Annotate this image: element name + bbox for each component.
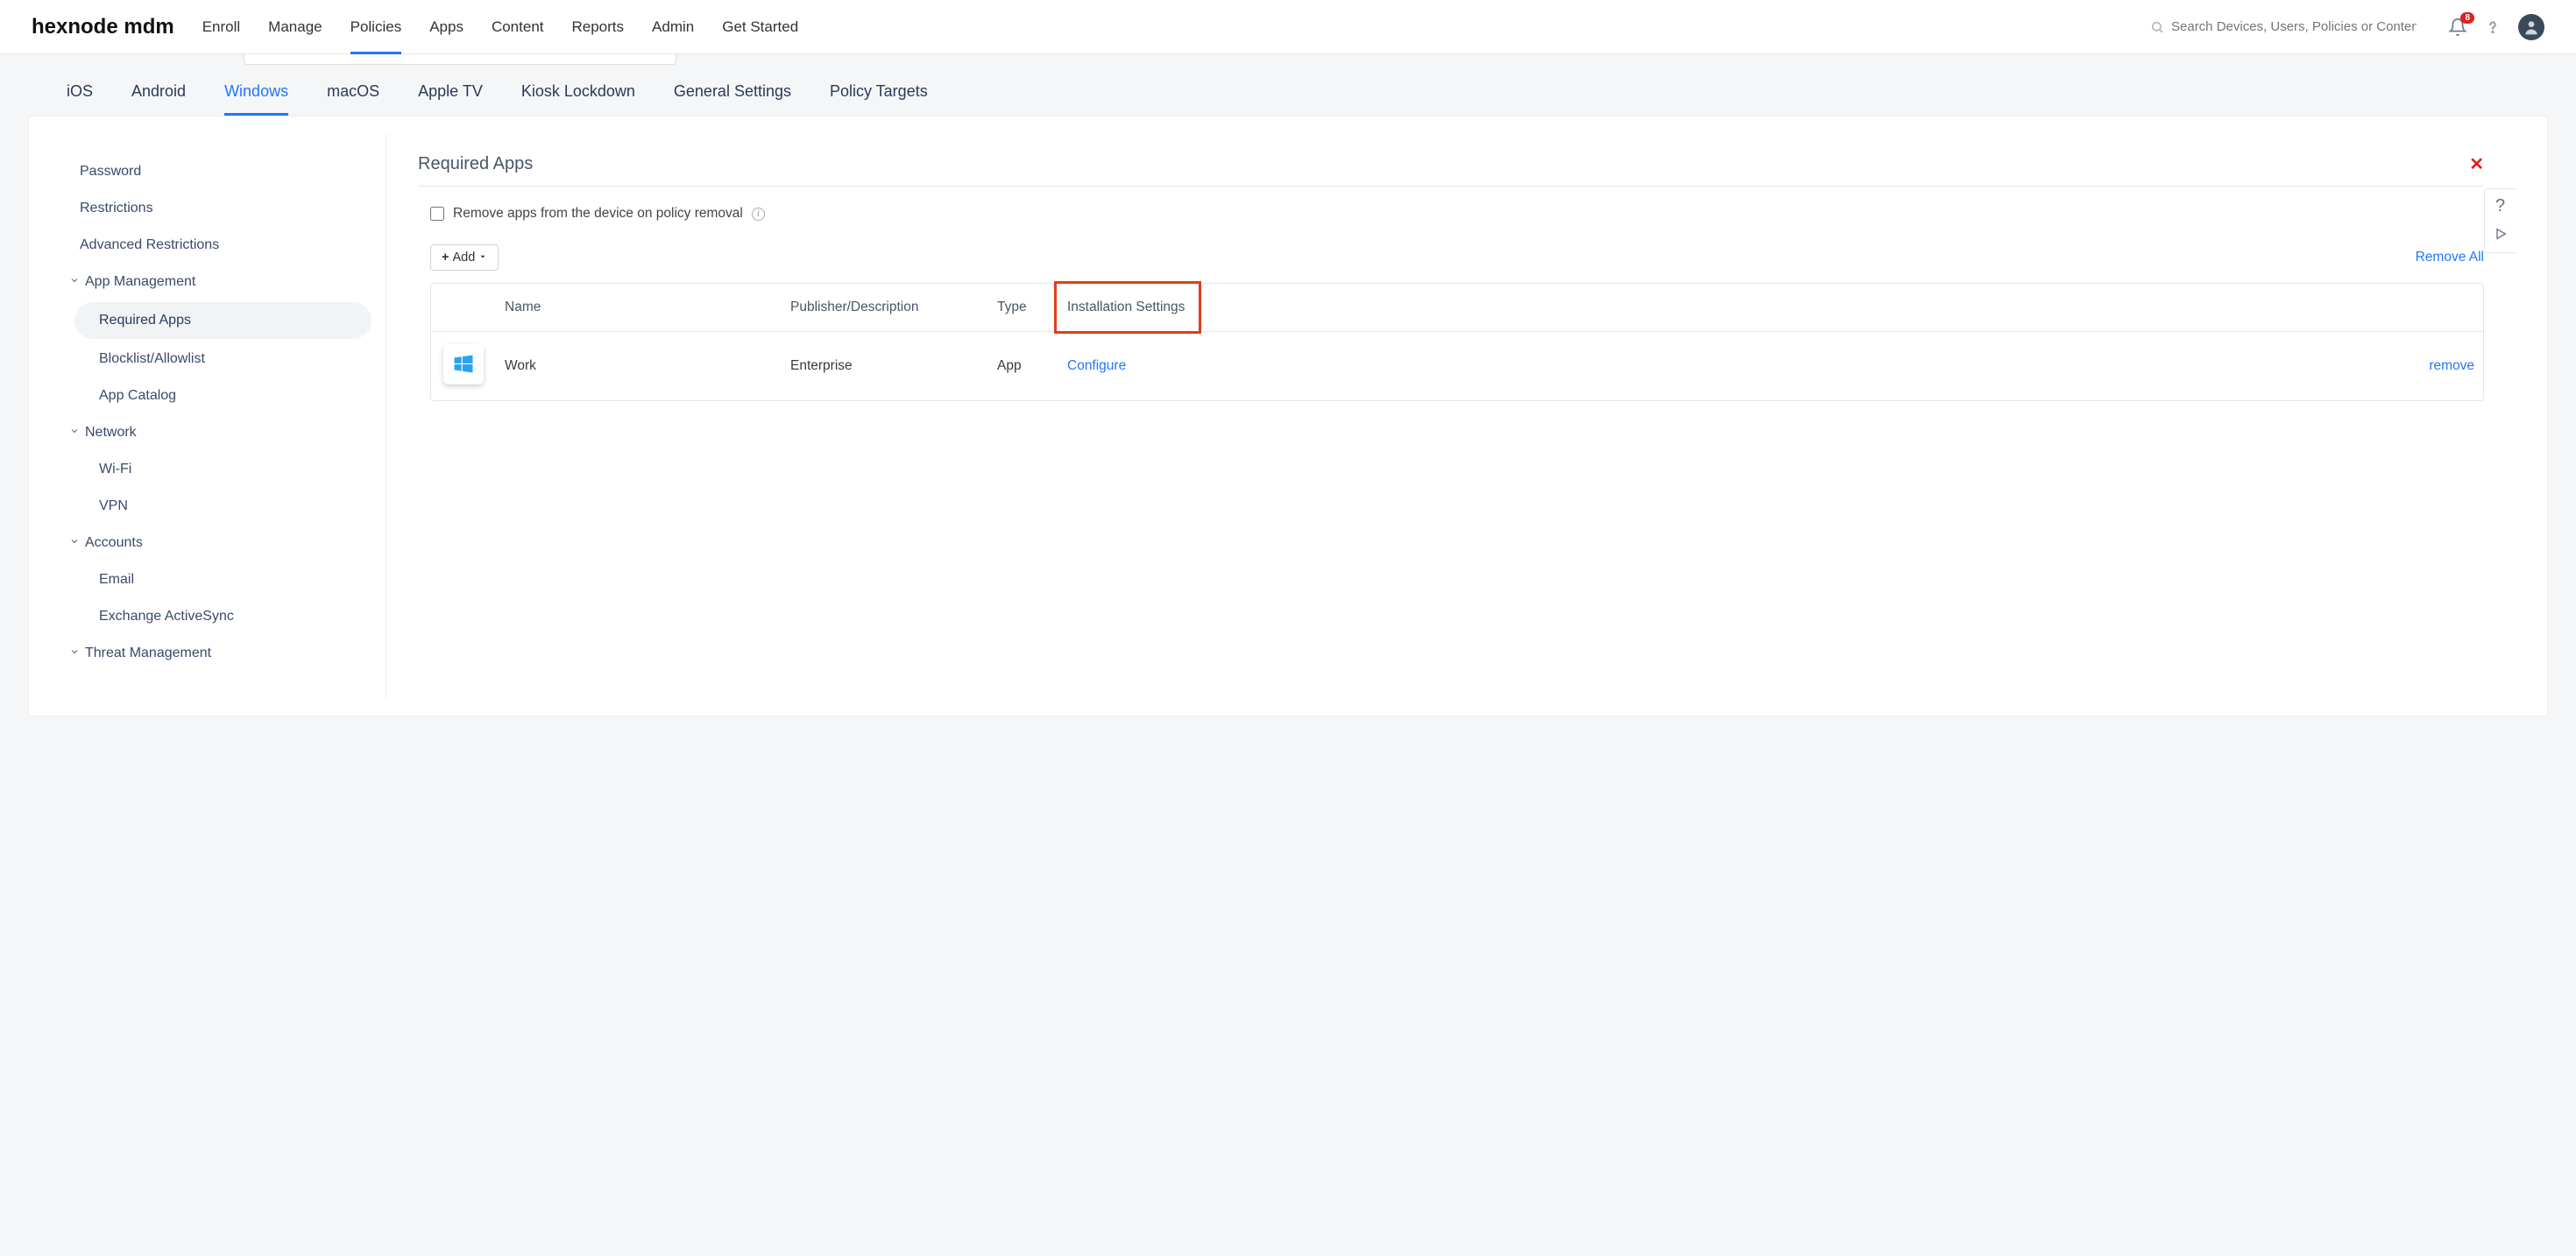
windows-icon xyxy=(443,344,484,385)
topnav-enroll[interactable]: Enroll xyxy=(202,0,240,53)
help-question-icon[interactable]: ? xyxy=(2495,196,2505,216)
search-input[interactable] xyxy=(2171,19,2417,34)
topbar: hexnode mdm Enroll Manage Policies Apps … xyxy=(0,0,2576,54)
page: iOS Android Windows macOS Apple TV Kiosk… xyxy=(0,54,2576,1256)
sidebar-group-network[interactable]: Network xyxy=(60,414,386,451)
topnav-manage[interactable]: Manage xyxy=(268,0,322,53)
tab-ios[interactable]: iOS xyxy=(67,82,93,116)
cell-publisher: Enterprise xyxy=(782,342,988,390)
sidebar-item-password[interactable]: Password xyxy=(60,153,386,190)
tab-appletv[interactable]: Apple TV xyxy=(418,82,483,116)
plus-icon: + xyxy=(442,250,449,265)
col-installation-settings: Installation Settings xyxy=(1058,284,1195,331)
description-textarea[interactable] xyxy=(244,54,676,65)
sidebar-item-blocklist-allowlist[interactable]: Blocklist/Allowlist xyxy=(60,341,386,378)
chevron-down-icon xyxy=(69,646,80,661)
help-icon[interactable] xyxy=(2483,18,2502,37)
sidebar-item-exchange-activesync[interactable]: Exchange ActiveSync xyxy=(60,598,386,635)
col-type: Type xyxy=(988,284,1058,331)
help-float-panel: ? xyxy=(2484,188,2516,253)
remove-link[interactable]: remove xyxy=(2429,358,2474,373)
tab-general-settings[interactable]: General Settings xyxy=(674,82,791,116)
chevron-down-icon xyxy=(69,274,80,290)
sidebar-item-email[interactable]: Email xyxy=(60,561,386,598)
platform-tabs: iOS Android Windows macOS Apple TV Kiosk… xyxy=(14,65,2562,116)
content-panel: Required Apps ✕ Remove apps from the dev… xyxy=(386,134,2516,698)
tab-macos[interactable]: macOS xyxy=(327,82,379,116)
sidebar-group-label: Accounts xyxy=(85,535,143,551)
sidebar-group-accounts[interactable]: Accounts xyxy=(60,525,386,561)
topnav-content[interactable]: Content xyxy=(492,0,544,53)
sidebar-item-restrictions[interactable]: Restrictions xyxy=(60,190,386,227)
tab-policy-targets[interactable]: Policy Targets xyxy=(830,82,928,116)
sidebar-item-wifi[interactable]: Wi-Fi xyxy=(60,451,386,488)
sidebar-group-label: Network xyxy=(85,425,137,441)
tab-windows[interactable]: Windows xyxy=(224,82,288,116)
topnav-reports[interactable]: Reports xyxy=(572,0,625,53)
sidebar-group-threat-management[interactable]: Threat Management xyxy=(60,635,386,672)
brand-logo[interactable]: hexnode mdm xyxy=(32,15,174,39)
table-header: Name Publisher/Description Type Installa… xyxy=(431,284,2483,332)
sidebar: Password Restrictions Advanced Restricti… xyxy=(60,134,386,698)
sidebar-item-required-apps[interactable]: Required Apps xyxy=(74,302,372,339)
notifications-button[interactable]: 8 xyxy=(2448,18,2467,37)
sidebar-item-app-catalog[interactable]: App Catalog xyxy=(60,378,386,414)
remove-on-policy-removal-label: Remove apps from the device on policy re… xyxy=(453,206,743,222)
topnav-get-started[interactable]: Get Started xyxy=(722,0,798,53)
sidebar-group-app-management[interactable]: App Management xyxy=(60,264,386,300)
cell-type: App xyxy=(988,342,1058,390)
col-name: Name xyxy=(496,284,782,331)
main-card: Password Restrictions Advanced Restricti… xyxy=(28,116,2548,716)
avatar[interactable] xyxy=(2518,14,2544,40)
chevron-down-icon xyxy=(69,425,80,441)
sidebar-item-advanced-restrictions[interactable]: Advanced Restrictions xyxy=(60,227,386,264)
topnav-admin[interactable]: Admin xyxy=(652,0,694,53)
apps-table: Name Publisher/Description Type Installa… xyxy=(430,283,2484,401)
notifications-badge: 8 xyxy=(2460,12,2474,24)
add-button[interactable]: + Add xyxy=(430,244,499,271)
content-title: Required Apps xyxy=(418,154,533,174)
sidebar-item-vpn[interactable]: VPN xyxy=(60,488,386,525)
cell-name: Work xyxy=(496,342,782,390)
topnav-apps[interactable]: Apps xyxy=(429,0,464,53)
caret-down-icon xyxy=(478,250,487,265)
chevron-down-icon xyxy=(69,535,80,551)
col-publisher: Publisher/Description xyxy=(782,284,988,331)
search-wrap xyxy=(2150,19,2431,34)
sidebar-group-label: App Management xyxy=(85,274,195,290)
topnav-policies[interactable]: Policies xyxy=(350,0,402,53)
info-icon[interactable]: i xyxy=(752,208,765,221)
remove-all-link[interactable]: Remove All xyxy=(2416,250,2484,265)
play-icon[interactable] xyxy=(2494,227,2508,245)
top-nav: Enroll Manage Policies Apps Content Repo… xyxy=(202,0,798,53)
close-icon[interactable]: ✕ xyxy=(2469,153,2484,175)
remove-on-policy-removal-checkbox[interactable] xyxy=(430,207,444,221)
tab-kiosk[interactable]: Kiosk Lockdown xyxy=(521,82,635,116)
table-row: Work Enterprise App Configure remove xyxy=(431,332,2483,400)
search-icon[interactable] xyxy=(2150,20,2164,34)
top-icons: 8 xyxy=(2448,14,2544,40)
configure-link[interactable]: Configure xyxy=(1067,358,1126,373)
add-button-label: Add xyxy=(452,250,475,265)
tab-android[interactable]: Android xyxy=(131,82,186,116)
sidebar-group-label: Threat Management xyxy=(85,646,211,661)
